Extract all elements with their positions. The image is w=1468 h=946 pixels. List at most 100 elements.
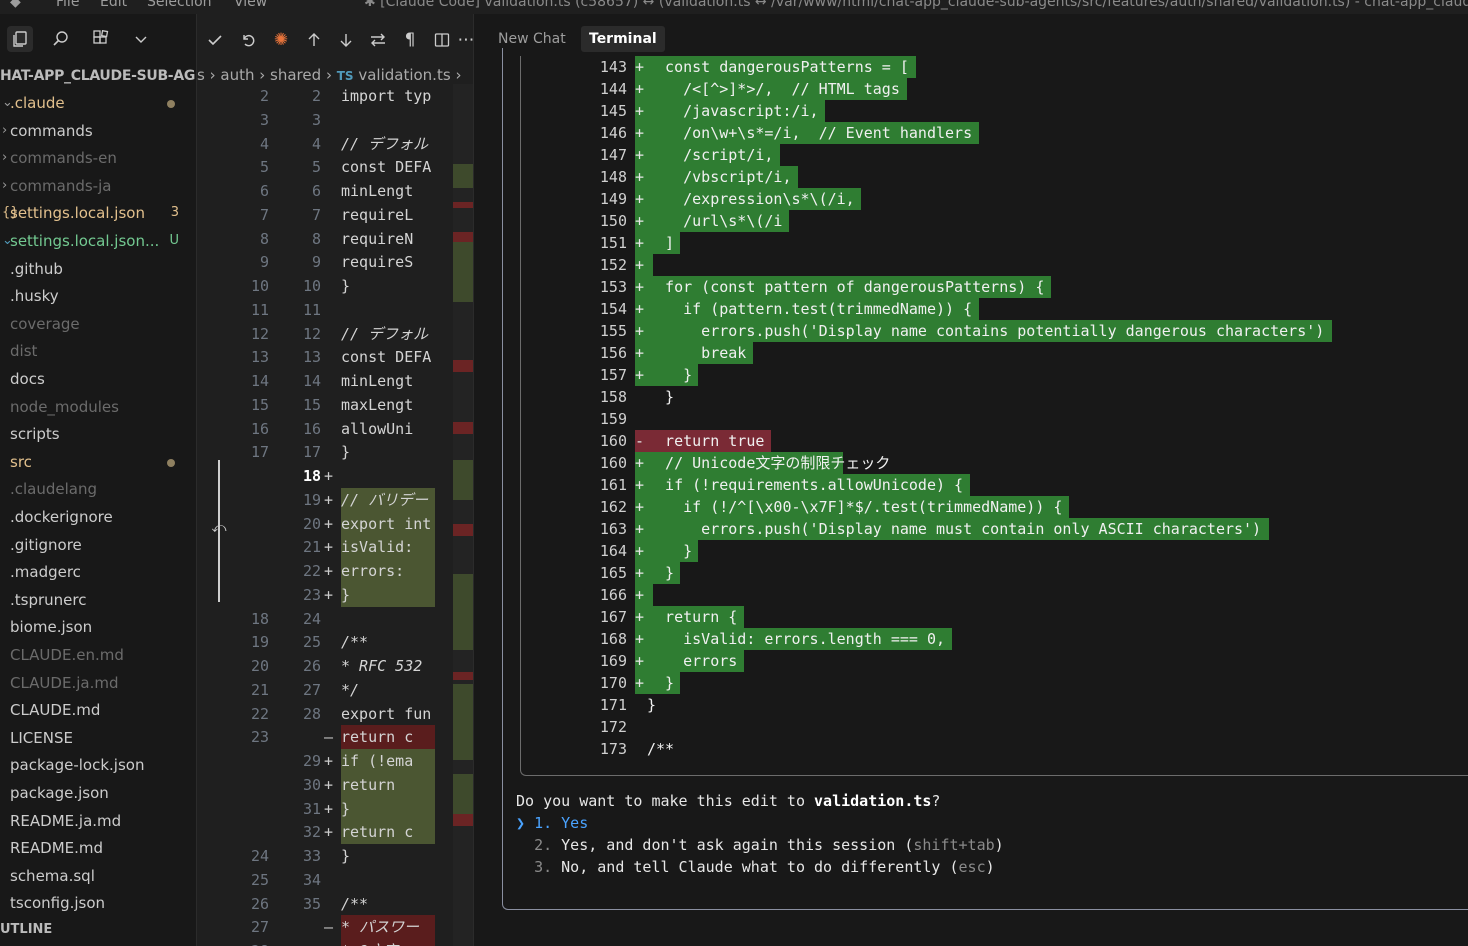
diff-marker: + <box>324 490 334 509</box>
tree-item[interactable]: .tsprunerc <box>0 587 196 613</box>
tree-item[interactable]: package-lock.json <box>0 752 196 778</box>
tree-item[interactable]: src <box>0 449 196 475</box>
code-text: } <box>341 847 351 865</box>
code-text: requireN <box>341 229 414 248</box>
more-actions-icon[interactable]: ⋯ <box>458 26 474 54</box>
tree-item[interactable]: scripts <box>0 421 196 447</box>
line-number-original: 7 <box>259 205 269 224</box>
tree-item[interactable]: README.md <box>0 835 196 861</box>
menu-selection[interactable]: Selection <box>147 0 212 10</box>
code-line: 6 6 minLengt <box>197 179 473 203</box>
accept-check-icon[interactable] <box>201 26 229 54</box>
chevron-down-icon[interactable] <box>128 26 154 52</box>
diff-line-number: 170 <box>599 674 627 692</box>
tree-item[interactable]: tsconfig.json <box>0 890 196 916</box>
explorer-icon[interactable] <box>7 26 33 52</box>
tree-item[interactable]: › commands-en <box>0 145 196 171</box>
edit-confirmation-question: Do you want to make this edit to validat… <box>516 790 940 812</box>
tree-item[interactable]: .gitignore <box>0 532 196 558</box>
breadcrumb-segment[interactable]: auth <box>220 66 254 84</box>
permission-option[interactable]: ❯ 1. Yes <box>516 812 588 834</box>
tree-item[interactable]: CLAUDE.ja.md <box>0 670 196 696</box>
diff-marker: + <box>324 467 334 485</box>
code-text: /** <box>341 894 369 913</box>
split-editor-icon[interactable] <box>428 26 456 54</box>
tree-item[interactable]: ⌄ settings.local.json... U <box>0 228 196 254</box>
revert-icon[interactable] <box>234 26 262 54</box>
tree-item-label: .claudelang <box>10 480 98 499</box>
line-number-modified: 17 <box>302 443 321 462</box>
tree-item-label: scripts <box>10 425 60 444</box>
tree-item-label: .madgerc <box>10 563 81 582</box>
line-number-original: 6 <box>259 182 269 200</box>
option-number: 1. <box>534 814 553 832</box>
tree-item[interactable]: {} settings.local.json 3 <box>0 200 196 226</box>
tree-item[interactable]: biome.json <box>0 614 196 640</box>
tree-item[interactable]: CLAUDE.en.md <box>0 642 196 668</box>
breadcrumb-file[interactable]: validation.ts <box>358 66 450 84</box>
extensions-icon[interactable] <box>88 26 114 52</box>
arrow-down-icon[interactable] <box>332 26 360 54</box>
tree-item-label: node_modules <box>10 397 119 416</box>
menu-view[interactable]: View <box>234 0 267 10</box>
line-number-original: 11 <box>250 300 269 319</box>
tree-item[interactable]: CLAUDE.md <box>0 697 196 723</box>
app-menu-icon[interactable]: ◆ <box>10 0 21 10</box>
breadcrumb-segment[interactable]: s <box>197 66 205 84</box>
tree-item[interactable]: LICENSE <box>0 725 196 751</box>
tree-item[interactable]: package.json <box>0 780 196 806</box>
tree-item[interactable]: docs <box>0 366 196 392</box>
tree-item[interactable]: node_modules <box>0 394 196 420</box>
tree-item[interactable]: .husky <box>0 283 196 309</box>
code-text: export int <box>341 511 435 536</box>
tree-item[interactable]: ⌄ .claude <box>0 90 196 116</box>
line-number-modified: 15 <box>302 395 321 414</box>
code-text: return <box>341 772 435 797</box>
tree-item[interactable]: › commands <box>0 118 196 144</box>
tree-item[interactable]: .dockerignore <box>0 504 196 530</box>
tree-item[interactable]: .claudelang <box>0 476 196 502</box>
tree-item[interactable]: › commands-ja <box>0 173 196 199</box>
hint-paren: ) <box>985 858 995 876</box>
outline-section-header[interactable]: UTLINE <box>0 922 52 937</box>
code-text: } <box>341 443 351 462</box>
code-text: requireS <box>341 253 414 272</box>
search-icon[interactable] <box>48 26 74 52</box>
menu-edit[interactable]: Edit <box>100 0 127 10</box>
typescript-file-icon: TS <box>336 69 354 83</box>
tree-item[interactable]: dist <box>0 338 196 364</box>
tree-item[interactable]: schema.sql <box>0 863 196 889</box>
claude-asterisk-icon[interactable]: ✺ <box>267 26 295 54</box>
tree-item[interactable]: .madgerc <box>0 559 196 585</box>
permission-option[interactable]: 3. No, and tell Claude what to do differ… <box>516 856 995 878</box>
line-number-original: 2 <box>259 87 269 105</box>
whitespace-pilcrow-icon[interactable]: ¶ <box>396 26 424 54</box>
code-text: } <box>341 796 435 821</box>
code-text: } <box>341 582 435 607</box>
line-number-original: 21 <box>250 680 269 699</box>
line-number-modified: 2 <box>311 87 321 105</box>
question-suffix: ? <box>931 792 941 810</box>
diff-marker: + <box>324 585 334 604</box>
chevron-icon: › <box>2 150 8 166</box>
diff-overview-ruler[interactable] <box>453 84 473 946</box>
diff-code: errors.push('Display name must contain o… <box>647 520 1262 538</box>
tree-item[interactable]: .github <box>0 256 196 282</box>
tree-item[interactable]: README.ja.md <box>0 808 196 834</box>
line-number-original: 17 <box>250 443 269 462</box>
tree-item[interactable]: coverage <box>0 311 196 337</box>
undo-change-icon[interactable]: ⤺ <box>209 520 229 540</box>
line-number-modified: 4 <box>311 134 321 153</box>
breadcrumb-segment[interactable]: shared <box>270 66 321 84</box>
workspace-header[interactable]: HAT-APP_CLAUDE-SUB-AGE... <box>0 68 196 84</box>
diff-sign: + <box>635 146 645 164</box>
permission-option[interactable]: 2. Yes, and don't ask again this session… <box>516 834 1004 856</box>
menu-file[interactable]: File <box>56 0 79 10</box>
code-line: 9 9 requireS <box>197 250 473 274</box>
swap-icon[interactable] <box>364 26 392 54</box>
code-line: 27 — * パスワー <box>197 915 473 940</box>
diff-sign: + <box>635 234 645 252</box>
line-number-modified: 10 <box>302 277 321 295</box>
tree-item-label: tsconfig.json <box>10 894 106 913</box>
arrow-up-icon[interactable] <box>300 26 328 54</box>
